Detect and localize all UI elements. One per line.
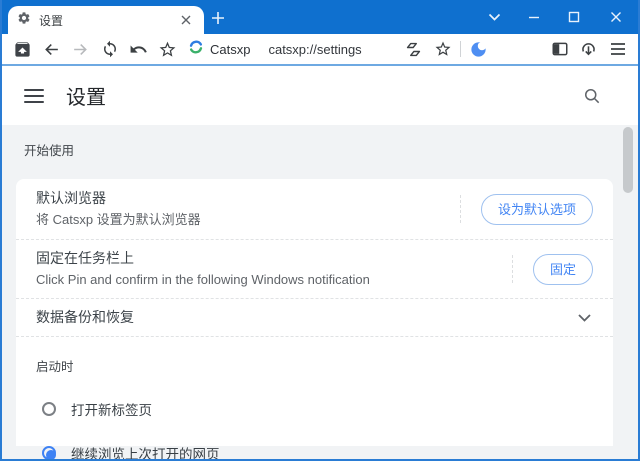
catsxp-logo-icon — [188, 39, 204, 60]
radio-icon[interactable] — [42, 402, 56, 416]
pin-taskbar-row: 固定在任务栏上 Click Pin and confirm in the fol… — [16, 240, 613, 298]
layers-icon[interactable] — [399, 36, 428, 62]
star-outline-icon[interactable] — [153, 36, 182, 62]
maximize-icon[interactable] — [554, 0, 594, 34]
row-title: 固定在任务栏上 — [36, 250, 134, 266]
tab-title: 设置 — [39, 13, 64, 28]
row-subtitle: 将 Catsxp 设置为默认浏览器 — [36, 212, 201, 227]
toolbar-divider — [460, 41, 461, 57]
section-label: 开始使用 — [24, 144, 75, 158]
search-icon[interactable] — [580, 84, 604, 108]
row-subtitle: Click Pin and confirm in the following W… — [36, 272, 370, 287]
undo-icon[interactable] — [124, 36, 153, 62]
settings-menu-icon[interactable] — [24, 88, 44, 103]
star-outline-icon[interactable] — [428, 36, 457, 62]
sync-reload-icon[interactable] — [95, 36, 124, 62]
chevron-down-icon[interactable] — [578, 309, 591, 327]
tab-settings[interactable]: 设置 — [8, 6, 204, 34]
moon-icon[interactable] — [464, 36, 493, 62]
toolbar-right-icons — [399, 36, 632, 62]
forward-icon[interactable] — [66, 36, 95, 62]
brand-label: Catsxp — [210, 41, 251, 57]
gear-icon — [17, 11, 31, 30]
page-title: 设置 — [66, 87, 106, 109]
tab-close-icon[interactable] — [177, 11, 195, 29]
radio-label: 继续浏览上次打开的网页 — [71, 447, 220, 459]
row-separator — [511, 255, 513, 283]
radio-label: 打开新标签页 — [71, 403, 152, 418]
settings-header: 设置 — [2, 66, 638, 125]
row-title: 数据备份和恢复 — [36, 309, 134, 325]
backup-restore-row[interactable]: 数据备份和恢复 — [16, 299, 613, 336]
window-controls — [474, 0, 638, 34]
toolbar: Catsxp catsxp://settings — [2, 34, 638, 66]
row-title: 默认浏览器 — [36, 190, 106, 206]
pin-button[interactable]: 固定 — [532, 253, 593, 285]
titlebar: 设置 — [2, 0, 638, 34]
download-icon[interactable] — [574, 36, 603, 62]
minimize-icon[interactable] — [514, 0, 554, 34]
new-tab-icon[interactable] — [204, 4, 232, 32]
settings-content: 开始使用 默认浏览器 将 Catsxp 设置为默认浏览器 设为默认选项 固定在任… — [2, 125, 638, 459]
set-default-button[interactable]: 设为默认选项 — [480, 193, 593, 225]
scrollbar-thumb[interactable] — [623, 127, 633, 193]
radio-icon[interactable] — [42, 446, 56, 459]
browser-window: 设置 Catsxp catsxp://settings 设置 开始使用 默认浏览… — [0, 0, 640, 461]
back-icon[interactable] — [37, 36, 66, 62]
settings-card: 默认浏览器 将 Catsxp 设置为默认浏览器 设为默认选项 固定在任务栏上 C… — [16, 179, 613, 459]
row-separator — [459, 195, 461, 223]
close-icon[interactable] — [594, 0, 638, 34]
startup-option-newtab[interactable]: 打开新标签页 — [16, 399, 613, 419]
address-bar[interactable]: Catsxp catsxp://settings — [188, 39, 399, 60]
unarchive-icon[interactable] — [8, 36, 37, 62]
startup-section-label: 启动时 — [36, 360, 74, 374]
startup-option-continue[interactable]: 继续浏览上次打开的网页 — [16, 443, 613, 459]
side-panel-icon[interactable] — [545, 36, 574, 62]
default-browser-row: 默认浏览器 将 Catsxp 设置为默认浏览器 设为默认选项 — [16, 179, 613, 239]
url-text[interactable]: catsxp://settings — [268, 42, 361, 57]
menu-icon[interactable] — [603, 36, 632, 62]
tab-search-chevron-icon[interactable] — [474, 0, 514, 34]
